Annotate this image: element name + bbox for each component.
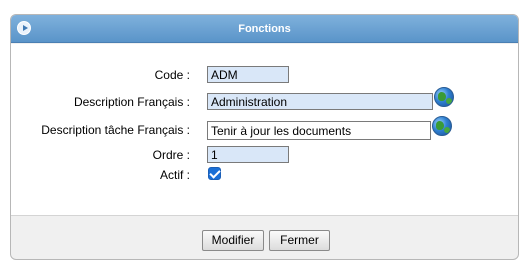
modifier-button[interactable]: Modifier bbox=[202, 230, 264, 251]
actif-label: Actif : bbox=[159, 168, 190, 182]
description-fr-label: Description Français : bbox=[73, 95, 190, 109]
fonctions-panel: Fonctions Code : Description Français : … bbox=[10, 14, 519, 260]
globe-icon[interactable] bbox=[434, 87, 454, 107]
description-fr-field[interactable] bbox=[207, 93, 433, 110]
code-label: Code : bbox=[154, 68, 190, 82]
fermer-button[interactable]: Fermer bbox=[269, 230, 330, 251]
ordre-label: Ordre : bbox=[152, 148, 190, 162]
panel-title: Fonctions bbox=[238, 23, 291, 35]
code-field[interactable] bbox=[207, 66, 289, 83]
globe-icon[interactable] bbox=[432, 116, 452, 136]
description-tache-fr-label: Description tâche Français : bbox=[41, 123, 190, 137]
panel-header: Fonctions bbox=[11, 15, 518, 43]
ordre-field[interactable] bbox=[207, 146, 289, 163]
actif-checkbox[interactable] bbox=[208, 167, 221, 180]
description-tache-fr-field[interactable] bbox=[207, 121, 431, 140]
form-area: Code : Description Français : Descriptio… bbox=[11, 44, 518, 216]
